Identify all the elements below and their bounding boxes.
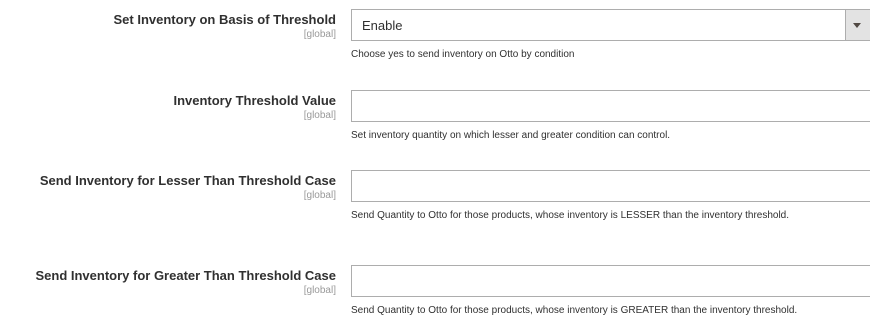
field-label: Send Inventory for Lesser Than Threshold…: [39, 173, 336, 188]
scope-label: [global]: [303, 110, 336, 121]
field-note: Send Quantity to Otto for those products…: [351, 210, 790, 221]
scope-label: [global]: [303, 190, 336, 201]
field-note: Set inventory quantity on which lesser a…: [351, 130, 671, 141]
threshold-value-input[interactable]: [351, 90, 870, 122]
threshold-enable-select[interactable]: Enable: [351, 9, 870, 41]
select-toggle-button[interactable]: [845, 9, 870, 41]
field-control: Set inventory quantity on which lesser a…: [351, 90, 870, 143]
field-control: Send Quantity to Otto for those products…: [351, 170, 870, 223]
field-note: Choose yes to send inventory on Otto by …: [351, 49, 575, 60]
greater-case-input[interactable]: [351, 265, 870, 297]
field-label-group: Send Inventory for Lesser Than Threshold…: [40, 173, 336, 202]
field-note: Send Quantity to Otto for those products…: [351, 305, 798, 316]
field-label: Inventory Threshold Value: [173, 93, 336, 108]
scope-label: [global]: [303, 29, 336, 40]
chevron-down-icon: [853, 23, 861, 28]
field-control: Enable Choose yes to send inventory on O…: [351, 9, 870, 62]
field-label: Set Inventory on Basis of Threshold: [113, 12, 336, 27]
field-label-group: Send Inventory for Greater Than Threshol…: [35, 268, 336, 297]
field-label-group: Inventory Threshold Value [global]: [173, 93, 336, 122]
field-label: Send Inventory for Greater Than Threshol…: [35, 268, 336, 283]
field-label-group: Set Inventory on Basis of Threshold [glo…: [114, 12, 336, 41]
lesser-case-input[interactable]: [351, 170, 870, 202]
field-control: Send Quantity to Otto for those products…: [351, 265, 870, 318]
select-value: Enable: [362, 18, 403, 33]
scope-label: [global]: [303, 285, 336, 296]
